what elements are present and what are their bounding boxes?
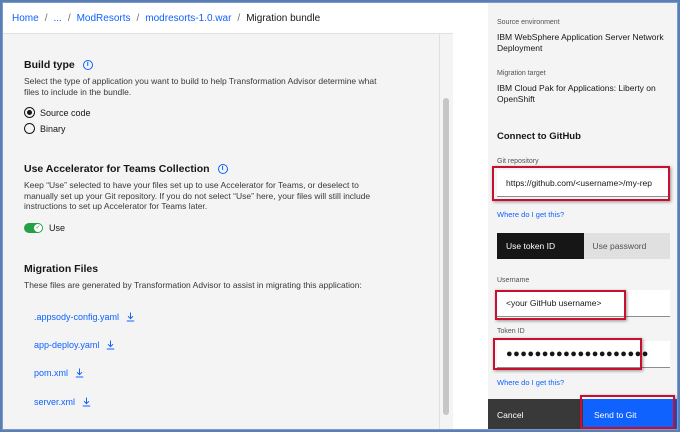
main-area: Home / ... / ModResorts / modresorts-1.0… (3, 3, 453, 429)
radio-label-binary: Binary (40, 123, 66, 134)
info-icon[interactable]: i (217, 164, 228, 174)
radio-button-selected[interactable] (24, 107, 35, 118)
migration-target-value: IBM Cloud Pak for Applications: Liberty … (497, 83, 656, 104)
use-toggle-row[interactable]: ✓ Use (24, 223, 65, 233)
source-environment-value: IBM WebSphere Application Server Network… (497, 32, 664, 53)
scrollbar-thumb[interactable] (443, 98, 449, 415)
accelerator-heading: Use Accelerator for Teams Collection i (24, 163, 228, 175)
git-side-panel: Source environment IBM WebSphere Applica… (488, 3, 677, 429)
download-icon[interactable] (126, 312, 135, 322)
use-toggle-label: Use (49, 223, 66, 233)
accelerator-title: Use Accelerator for Teams Collection (24, 163, 210, 175)
send-to-git-button[interactable]: Send to Git (583, 399, 677, 429)
username-input[interactable]: <your GitHub username> (497, 290, 670, 317)
breadcrumb-war[interactable]: modresorts-1.0.war (145, 13, 231, 24)
breadcrumb-separator: / (44, 12, 48, 24)
file-link-pom[interactable]: pom.xml (34, 368, 84, 378)
auth-tabs: Use token ID Use password (497, 233, 670, 259)
cancel-button[interactable]: Cancel (488, 399, 583, 429)
breadcrumb-ellipsis[interactable]: ... (53, 13, 61, 24)
git-repository-label: Git repository (497, 158, 539, 165)
download-icon[interactable] (82, 397, 91, 407)
radio-source-code[interactable]: Source code (24, 107, 91, 118)
token-help-link[interactable]: Where do I get this? (497, 378, 564, 387)
file-name[interactable]: .appsody-config.yaml (34, 312, 119, 322)
build-type-title: Build type (24, 59, 75, 71)
migration-files-title: Migration Files (24, 263, 99, 275)
tab-use-token-id[interactable]: Use token ID (497, 233, 584, 259)
token-id-label: Token ID (497, 328, 525, 335)
breadcrumb-separator: / (67, 12, 71, 24)
radio-button[interactable] (24, 123, 35, 134)
download-icon[interactable] (106, 340, 115, 350)
checkmark-icon: ✓ (34, 224, 42, 232)
source-environment-label: Source environment (497, 19, 560, 26)
use-toggle[interactable]: ✓ (24, 223, 43, 233)
repo-help-link[interactable]: Where do I get this? (497, 210, 564, 219)
radio-label-source-code: Source code (40, 107, 91, 118)
accelerator-description: Keep “Use” selected to have your files s… (24, 180, 371, 211)
panel-footer: Cancel Send to Git (488, 399, 677, 429)
file-link-appsody[interactable]: .appsody-config.yaml (34, 312, 135, 322)
connect-github-heading: Connect to GitHub (497, 131, 581, 142)
breadcrumb-home[interactable]: Home (12, 13, 39, 24)
bundle-content: Build type i Select the type of applicat… (3, 34, 439, 429)
username-label: Username (497, 277, 530, 284)
migration-target-label: Migration target (497, 70, 546, 77)
breadcrumb-current: Migration bundle (246, 12, 321, 24)
build-type-heading: Build type i (24, 59, 93, 71)
tab-use-password[interactable]: Use password (583, 233, 670, 259)
token-id-input[interactable]: ●●●●●●●●●●●●●●●●●●●● (497, 341, 670, 368)
breadcrumb-separator: / (136, 12, 140, 24)
radio-binary[interactable]: Binary (24, 123, 66, 134)
migration-files-description: These files are generated by Transformat… (24, 280, 362, 290)
file-link-server[interactable]: server.xml (34, 397, 91, 407)
build-type-description: Select the type of application you want … (24, 76, 377, 97)
breadcrumb-modresorts[interactable]: ModResorts (77, 13, 131, 24)
download-icon[interactable] (75, 368, 84, 378)
file-name[interactable]: app-deploy.yaml (34, 340, 99, 350)
window-frame: Home / ... / ModResorts / modresorts-1.0… (2, 2, 678, 430)
breadcrumb-separator: / (237, 12, 241, 24)
vertical-scrollbar[interactable] (439, 34, 453, 429)
migration-files-heading: Migration Files (24, 263, 98, 275)
breadcrumb: Home / ... / ModResorts / modresorts-1.0… (3, 3, 453, 34)
file-link-app-deploy[interactable]: app-deploy.yaml (34, 340, 115, 350)
git-repository-input[interactable]: https://github.com/<username>/my-rep (497, 170, 670, 197)
file-name[interactable]: server.xml (34, 397, 75, 407)
info-icon[interactable]: i (82, 60, 93, 70)
file-name[interactable]: pom.xml (34, 368, 68, 378)
